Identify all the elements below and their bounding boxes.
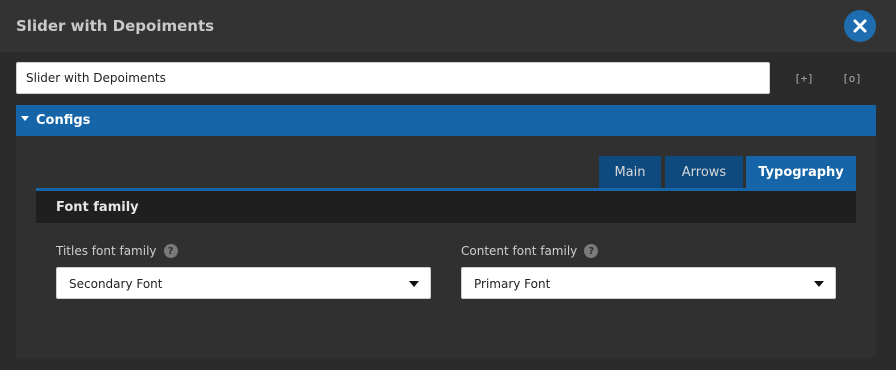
configs-label: Configs (36, 113, 91, 128)
section-title: Font family (56, 200, 139, 215)
preview-icon: [o] (842, 71, 862, 85)
chevron-down-icon (814, 281, 824, 287)
content-font-value: Primary Font (474, 277, 551, 291)
help-icon[interactable]: ? (163, 244, 178, 258)
tab-typography[interactable]: Typography (746, 156, 856, 188)
content-font-label-text: Content font family (461, 244, 578, 258)
slider-name-input[interactable] (16, 62, 770, 94)
content-font-label: Content font family ? (461, 244, 599, 258)
expand-icon: [+] (794, 71, 814, 85)
tab-arrows[interactable]: Arrows (665, 156, 743, 188)
configs-toggle[interactable]: Configs (16, 105, 876, 136)
dialog-title: Slider with Depoiments (16, 17, 215, 35)
expand-button[interactable]: [+] (794, 69, 814, 87)
close-button[interactable] (844, 10, 876, 42)
tab-typography-label: Typography (758, 164, 844, 180)
titles-font-label: Titles font family ? (56, 244, 178, 258)
tab-main[interactable]: Main (599, 156, 661, 188)
tab-arrows-label: Arrows (681, 164, 727, 180)
section-header: Font family (36, 191, 856, 223)
titles-font-label-text: Titles font family (56, 244, 157, 258)
tab-main-label: Main (614, 164, 646, 180)
preview-button[interactable]: [o] (842, 69, 862, 87)
caret-down-icon (21, 116, 29, 121)
help-icon[interactable]: ? (584, 244, 599, 258)
titles-font-select[interactable]: Secondary Font (56, 267, 431, 299)
content-font-select[interactable]: Primary Font (461, 267, 836, 299)
chevron-down-icon (409, 281, 419, 287)
dialog-titlebar: Slider with Depoiments (0, 0, 896, 52)
titles-font-value: Secondary Font (69, 277, 163, 291)
close-icon (853, 19, 867, 33)
